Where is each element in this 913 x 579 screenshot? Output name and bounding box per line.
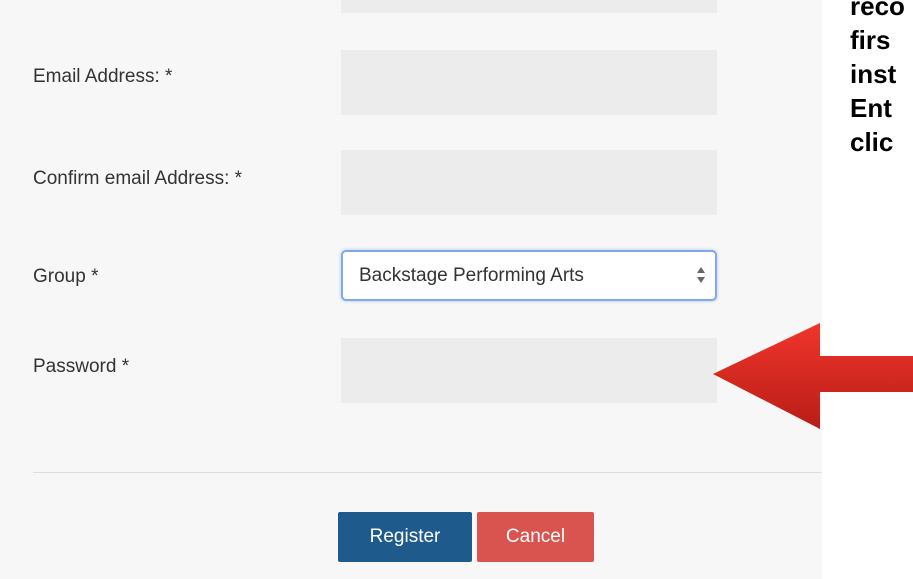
group-select[interactable]: Backstage Performing Arts: [341, 250, 717, 301]
email-label: Email Address: *: [33, 66, 173, 87]
select-arrows-icon: [697, 267, 705, 283]
previous-field-input[interactable]: [341, 0, 717, 13]
instruction-line: inst: [850, 59, 897, 89]
instruction-line: Ent: [850, 93, 892, 123]
confirm-email-label: Confirm email Address: *: [33, 168, 243, 189]
instruction-line: reco: [850, 0, 905, 21]
email-field[interactable]: [341, 50, 717, 115]
registration-form: Email Address: * Confirm email Address: …: [0, 0, 822, 579]
instruction-line: clic: [850, 127, 894, 157]
instruction-line: firs: [850, 25, 891, 55]
cancel-button[interactable]: Cancel: [477, 512, 594, 562]
form-divider: [33, 472, 822, 473]
password-field[interactable]: [341, 338, 717, 403]
register-button[interactable]: Register: [338, 512, 472, 562]
password-label: Password *: [33, 356, 130, 377]
group-label: Group *: [33, 266, 99, 287]
group-select-value: Backstage Performing Arts: [359, 265, 584, 286]
pointer-arrow-icon: [713, 323, 913, 429]
confirm-email-field[interactable]: [341, 150, 717, 215]
instructions-text: reco firs inst Ent clic: [850, 0, 913, 160]
